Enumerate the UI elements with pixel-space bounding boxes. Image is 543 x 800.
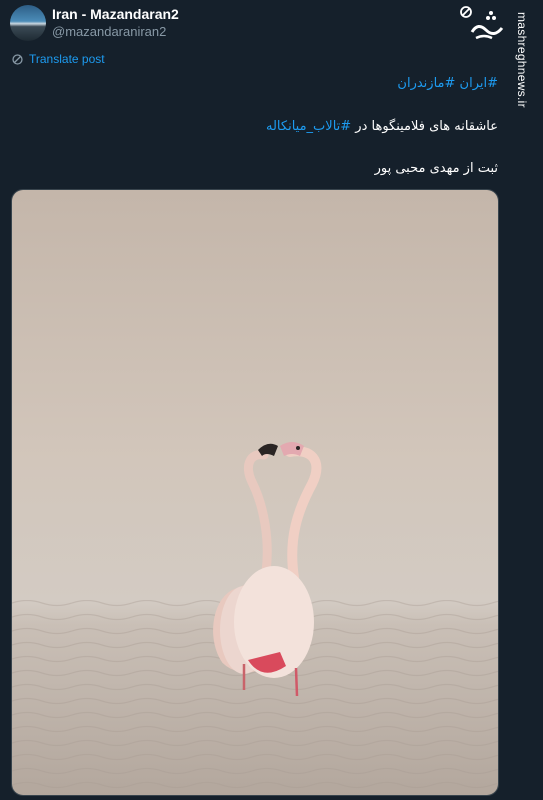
avatar[interactable] <box>10 5 46 41</box>
account-name[interactable]: Iran - Mazandaran2 <box>52 6 179 22</box>
site-watermark: mashreghnews.ir <box>511 12 531 392</box>
tweet-photo[interactable] <box>11 189 499 796</box>
hashtag-miankaleh[interactable]: #تالاب_میانکاله <box>266 119 351 134</box>
tweet-line-caption: عاشقانه های فلامینگوها در #تالاب_میانکال… <box>58 119 498 134</box>
account-handle[interactable]: @mazandaraniran2 <box>52 24 166 39</box>
hashtag-iran[interactable]: #ایران <box>460 76 498 91</box>
hashtag-mazandaran[interactable]: #مازندران <box>397 76 455 91</box>
translate-icon <box>12 53 23 65</box>
tweet-caption-text: عاشقانه های فلامینگوها در <box>351 119 498 134</box>
translate-post-link[interactable]: Translate post <box>11 52 105 66</box>
flamingos-photo <box>12 190 498 795</box>
mashregh-logo <box>458 4 506 44</box>
photo-credit-text: ثبت از مهدی محبی پور <box>374 161 498 176</box>
tweet-line-credit: ثبت از مهدی محبی پور <box>58 161 498 176</box>
translate-post-label: Translate post <box>29 52 105 66</box>
tweet-line-hashtags: #ایران #مازندران <box>58 76 498 91</box>
site-watermark-label: mashreghnews.ir <box>515 12 529 108</box>
